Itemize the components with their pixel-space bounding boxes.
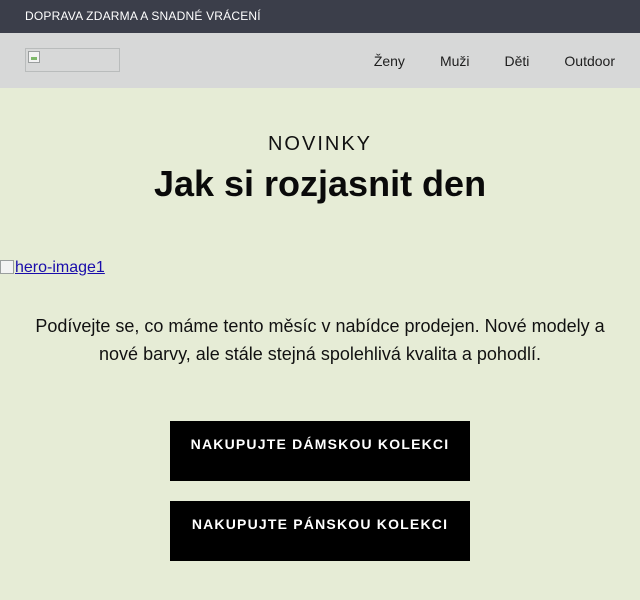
nav-item-outdoor[interactable]: Outdoor bbox=[564, 53, 615, 69]
shipping-banner-text: DOPRAVA ZDARMA A SNADNÉ VRÁCENÍ bbox=[25, 9, 261, 23]
page-title: Jak si rozjasnit den bbox=[153, 163, 487, 204]
logo-image-link[interactable] bbox=[25, 48, 120, 72]
nav-item-deti[interactable]: Děti bbox=[505, 53, 530, 69]
eyebrow-label: NOVINKY bbox=[267, 133, 373, 155]
hero-image-link[interactable]: hero-image1 bbox=[0, 259, 640, 277]
shop-women-button[interactable]: NAKUPUJTE DÁMSKOU KOLEKCI bbox=[170, 421, 470, 481]
nav-item-zeny[interactable]: Ženy bbox=[374, 53, 405, 69]
main-nav: Ženy Muži Děti Outdoor bbox=[339, 33, 615, 88]
hero-image-alt-text: hero-image1 bbox=[15, 259, 105, 276]
intro-text: Podívejte se, co máme tento měsíc v nabí… bbox=[35, 316, 605, 364]
nav-item-muzi[interactable]: Muži bbox=[440, 53, 470, 69]
shipping-banner: DOPRAVA ZDARMA A SNADNÉ VRÁCENÍ bbox=[0, 0, 640, 33]
shop-men-button[interactable]: NAKUPUJTE PÁNSKOU KOLEKCI bbox=[170, 501, 470, 561]
hero-section: NOVINKY Jak si rozjasnit den bbox=[0, 132, 640, 206]
broken-image-icon bbox=[0, 260, 14, 274]
header-navbar: Ženy Muži Děti Outdoor bbox=[0, 33, 640, 88]
broken-image-icon bbox=[28, 51, 40, 63]
